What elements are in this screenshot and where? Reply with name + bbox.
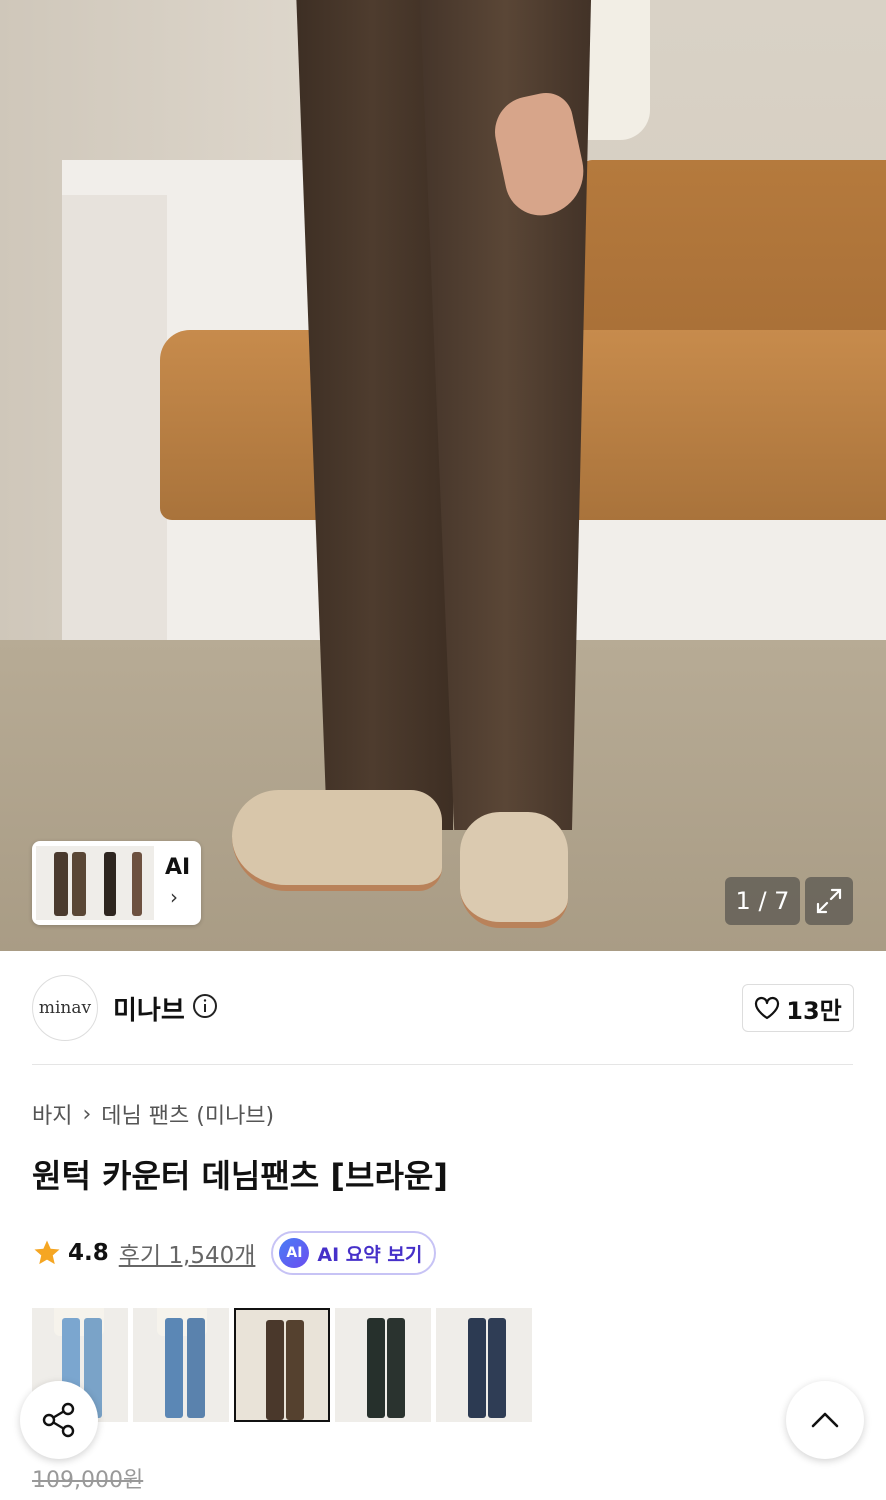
ai-summary-button[interactable]: AI AI 요약 보기 xyxy=(271,1231,437,1275)
image-counter: 1 / 7 xyxy=(725,877,800,925)
rating-row: 4.8 후기 1,540개 AI AI 요약 보기 xyxy=(32,1231,437,1275)
image-shoe-left xyxy=(232,790,442,891)
review-count-link[interactable]: 후기 1,540개 xyxy=(119,1236,256,1270)
ai-fitting-button[interactable]: AI › xyxy=(32,841,201,925)
product-image[interactable]: AI › 1 / 7 xyxy=(0,0,886,951)
like-button[interactable]: 13만 xyxy=(742,984,854,1032)
heart-icon xyxy=(755,996,780,1020)
expand-button[interactable] xyxy=(805,877,853,925)
product-title: 원턱 카운터 데님팬츠 [브라운] xyxy=(32,1157,448,1195)
chevron-right-icon: › xyxy=(170,885,178,909)
ai-badge-icon: AI xyxy=(279,1238,310,1268)
brand-name[interactable]: 미나브 xyxy=(113,990,185,1027)
ai-fitting-thumbnail xyxy=(36,846,154,920)
info-icon[interactable] xyxy=(192,993,218,1019)
breadcrumb-separator-icon: › xyxy=(82,1101,92,1127)
original-price: 109,000원 xyxy=(32,1468,144,1493)
like-count: 13만 xyxy=(786,996,842,1025)
breadcrumb-subcategory[interactable]: 데님 팬츠 (미나브) xyxy=(101,1098,274,1130)
share-button[interactable] xyxy=(20,1381,98,1459)
divider xyxy=(32,1064,853,1065)
image-shoe-right xyxy=(460,812,568,928)
color-swatch-navy[interactable] xyxy=(436,1308,532,1422)
color-swatch-mid-blue[interactable] xyxy=(133,1308,229,1422)
color-options xyxy=(32,1308,532,1422)
color-swatch-brown[interactable] xyxy=(234,1308,330,1422)
image-bench-side xyxy=(62,195,167,660)
expand-icon xyxy=(816,888,842,914)
share-icon xyxy=(42,1402,75,1438)
star-icon xyxy=(34,1240,60,1265)
rating-value: 4.8 xyxy=(68,1240,109,1266)
chevron-up-icon xyxy=(811,1412,839,1428)
color-swatch-black[interactable] xyxy=(335,1308,431,1422)
ai-summary-label: AI 요약 보기 xyxy=(317,1243,423,1266)
scroll-to-top-button[interactable] xyxy=(786,1381,864,1459)
breadcrumb-category[interactable]: 바지 xyxy=(32,1098,72,1130)
breadcrumb: 바지 › 데님 팬츠 (미나브) xyxy=(32,1098,274,1130)
ai-label: AI xyxy=(165,855,191,880)
brand-logo[interactable]: minav xyxy=(32,975,98,1041)
